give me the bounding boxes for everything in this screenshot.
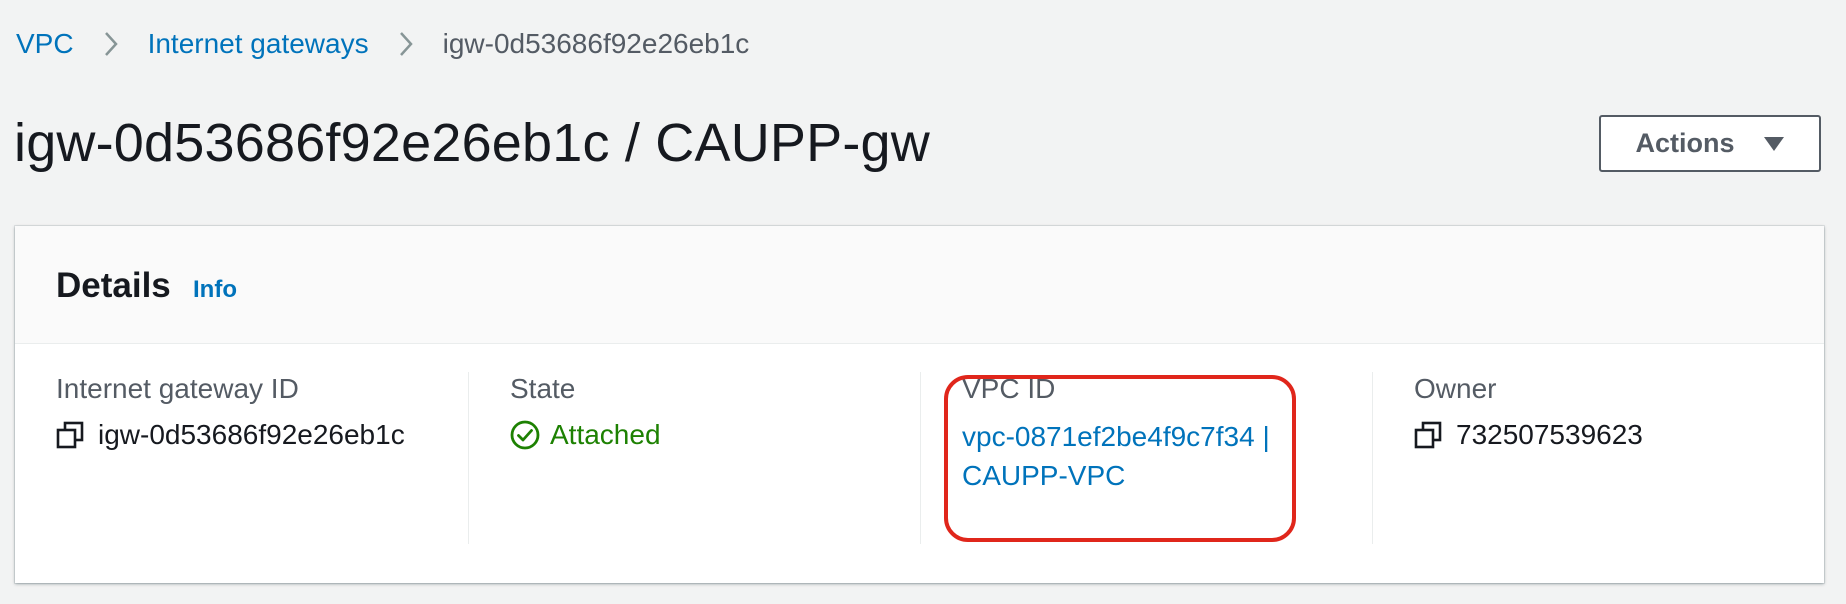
page-title: igw-0d53686f92e26eb1c / CAUPP-gw [14,113,930,173]
column-divider [468,372,469,544]
breadcrumb-link-internet-gateways[interactable]: Internet gateways [148,28,369,60]
column-divider [1372,372,1373,544]
copy-icon[interactable] [56,421,84,449]
info-link[interactable]: Info [193,276,237,304]
field-label: Owner [1414,373,1497,404]
column-divider [920,372,921,544]
breadcrumb-current: igw-0d53686f92e26eb1c [442,28,750,59]
actions-button[interactable]: Actions [1599,115,1821,172]
details-panel: Details Info Internet gateway ID igw-0d5… [15,226,1824,583]
field-label: State [510,373,576,404]
vpc-id-link-line1[interactable]: vpc-0871ef2be4f9c7f34 | [962,417,1270,457]
owner-value: 732507539623 [1456,419,1643,450]
field-label: Internet gateway ID [56,373,299,404]
field-value: Attached [510,419,661,451]
copy-icon[interactable] [1414,421,1442,449]
breadcrumb-link-vpc[interactable]: VPC [16,28,74,60]
vpc-id-link-line2[interactable]: CAUPP-VPC [962,456,1125,496]
check-circle-icon [510,420,540,450]
field-state: State Attached [510,343,930,583]
details-title: Details [56,266,171,305]
field-value: 732507539623 [1414,419,1643,451]
field-vpc-id: VPC ID vpc-0871ef2be4f9c7f34 | CAUPP-VPC [962,343,1382,583]
internet-gateway-id-value: igw-0d53686f92e26eb1c [98,419,405,450]
chevron-right-icon [395,29,417,59]
actions-button-label: Actions [1635,128,1735,158]
caret-down-icon [1763,135,1785,153]
details-panel-header: Details Info [15,226,1824,344]
state-value: Attached [550,419,661,450]
field-owner: Owner 732507539623 [1414,343,1814,583]
breadcrumb: VPC Internet gateways igw-0d53686f92e26e… [16,24,749,64]
field-label: VPC ID [962,373,1056,404]
chevron-right-icon [100,29,122,59]
field-internet-gateway-id: Internet gateway ID igw-0d53686f92e26eb1… [56,343,476,583]
field-value: igw-0d53686f92e26eb1c [56,419,405,451]
